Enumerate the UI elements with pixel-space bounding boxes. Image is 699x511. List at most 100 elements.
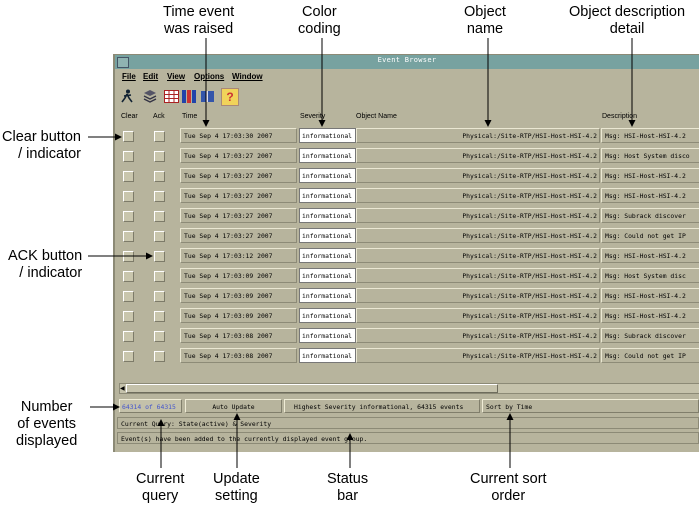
event-time: Tue Sep 4 17:03:09 2007: [180, 268, 297, 283]
menu-window[interactable]: Window: [232, 72, 263, 81]
ack-checkbox[interactable]: [154, 231, 165, 242]
table-grid-icon[interactable]: [163, 88, 179, 104]
col-ack[interactable]: Ack: [153, 113, 165, 120]
severity-cell: informational: [299, 148, 356, 163]
menu-options[interactable]: Options: [194, 72, 224, 81]
ack-checkbox[interactable]: [154, 171, 165, 182]
object-name-cell: Physical:/Site-RTP/HSI-Host-HSI-4.2: [356, 208, 600, 223]
object-name-cell: Physical:/Site-RTP/HSI-Host-HSI-4.2: [356, 168, 600, 183]
col-time[interactable]: Time: [182, 113, 197, 120]
event-time: Tue Sep 4 17:03:08 2007: [180, 328, 297, 343]
clear-checkbox[interactable]: [123, 131, 134, 142]
clear-checkbox[interactable]: [123, 331, 134, 342]
object-name-cell: Physical:/Site-RTP/HSI-Host-HSI-4.2: [356, 288, 600, 303]
clear-checkbox[interactable]: [123, 231, 134, 242]
severity-cell: informational: [299, 308, 356, 323]
table-row[interactable]: Tue Sep 4 17:03:08 2007 informational Phys…: [115, 347, 699, 366]
event-time: Tue Sep 4 17:03:27 2007: [180, 188, 297, 203]
callout-object-description: Object description detail: [569, 4, 686, 37]
col-severity[interactable]: Severity: [300, 113, 325, 120]
table-row[interactable]: Tue Sep 4 17:03:27 2007 informational Phys…: [115, 207, 699, 226]
auto-update-button[interactable]: Auto Update: [185, 399, 282, 413]
object-name-cell: Physical:/Site-RTP/HSI-Host-HSI-4.2: [356, 148, 600, 163]
table-row[interactable]: Tue Sep 4 17:03:09 2007 informational Phys…: [115, 267, 699, 286]
object-name-cell: Physical:/Site-RTP/HSI-Host-HSI-4.2: [356, 248, 600, 263]
table-row[interactable]: Tue Sep 4 17:03:08 2007 informational Phys…: [115, 327, 699, 346]
callout-clear-button: Clear button / indicator: [2, 129, 81, 162]
description-cell: Msg: HSI-Host-HSI-4.2: [601, 248, 699, 263]
callout-number-of-events: Number of events displayed: [16, 399, 78, 449]
current-query-field: Current Query: State(active) & Severity: [117, 417, 699, 429]
table-row[interactable]: Tue Sep 4 17:03:09 2007 informational Phys…: [115, 287, 699, 306]
callout-color-coding: Color coding: [298, 4, 341, 37]
callout-update-setting: Update setting: [213, 471, 260, 504]
ack-checkbox[interactable]: [154, 251, 165, 262]
title-bar[interactable]: Event Browser: [115, 55, 699, 69]
object-name-cell: Physical:/Site-RTP/HSI-Host-HSI-4.2: [356, 328, 600, 343]
menu-view[interactable]: View: [167, 72, 185, 81]
clear-checkbox[interactable]: [123, 191, 134, 202]
ack-checkbox[interactable]: [154, 351, 165, 362]
person-running-icon[interactable]: [119, 88, 135, 104]
col-object-name[interactable]: Object Name: [356, 113, 397, 120]
ack-checkbox[interactable]: [154, 191, 165, 202]
severity-cell: informational: [299, 188, 356, 203]
column-header-row: Clear Ack Time Severity Object Name Desc…: [115, 111, 699, 125]
clear-checkbox[interactable]: [123, 171, 134, 182]
table-row[interactable]: Tue Sep 4 17:03:09 2007 informational Phys…: [115, 307, 699, 326]
menu-file[interactable]: File: [122, 72, 136, 81]
clear-checkbox[interactable]: [123, 271, 134, 282]
event-time: Tue Sep 4 17:03:27 2007: [180, 208, 297, 223]
ack-checkbox[interactable]: [154, 151, 165, 162]
help-icon[interactable]: ?: [221, 88, 239, 106]
status-bar-message: Event(s) have been added to the currentl…: [117, 432, 699, 444]
clear-checkbox[interactable]: [123, 151, 134, 162]
clear-checkbox[interactable]: [123, 351, 134, 362]
clear-checkbox[interactable]: [123, 211, 134, 222]
ack-checkbox[interactable]: [154, 271, 165, 282]
severity-cell: informational: [299, 288, 356, 303]
object-name-cell: Physical:/Site-RTP/HSI-Host-HSI-4.2: [356, 128, 600, 143]
clear-checkbox[interactable]: [123, 311, 134, 322]
callout-status-bar: Status bar: [327, 471, 369, 504]
ack-checkbox[interactable]: [154, 131, 165, 142]
ack-checkbox[interactable]: [154, 211, 165, 222]
col-clear[interactable]: Clear: [121, 113, 138, 120]
description-cell: Msg: Could not get IP: [601, 228, 699, 243]
table-row[interactable]: Tue Sep 4 17:03:12 2007 informational Phys…: [115, 247, 699, 266]
ack-checkbox[interactable]: [154, 311, 165, 322]
ack-checkbox[interactable]: [154, 331, 165, 342]
table-row[interactable]: Tue Sep 4 17:03:30 2007 informational Phys…: [115, 127, 699, 146]
table-row[interactable]: Tue Sep 4 17:03:27 2007 informational Phys…: [115, 147, 699, 166]
severity-summary: Highest Severity informational, 64315 ev…: [284, 399, 480, 413]
event-time: Tue Sep 4 17:03:30 2007: [180, 128, 297, 143]
severity-cell: informational: [299, 128, 356, 143]
severity-cell: informational: [299, 208, 356, 223]
event-time: Tue Sep 4 17:03:08 2007: [180, 348, 297, 363]
stack-icon[interactable]: [142, 88, 158, 104]
description-cell: Msg: HSI-Host-HSI-4.2: [601, 168, 699, 183]
severity-cell: informational: [299, 328, 356, 343]
table-row[interactable]: Tue Sep 4 17:03:27 2007 informational Phys…: [115, 167, 699, 186]
event-time: Tue Sep 4 17:03:09 2007: [180, 308, 297, 323]
table-row[interactable]: Tue Sep 4 17:03:27 2007 informational Phys…: [115, 187, 699, 206]
clear-checkbox[interactable]: [123, 251, 134, 262]
severity-cell: informational: [299, 348, 356, 363]
event-time: Tue Sep 4 17:03:27 2007: [180, 148, 297, 163]
book-icon[interactable]: [199, 88, 215, 104]
col-description[interactable]: Description: [602, 113, 637, 120]
horizontal-scrollbar[interactable]: ◀: [119, 383, 699, 394]
clear-checkbox[interactable]: [123, 291, 134, 302]
status-row: 64314 of 64315 Auto Update Highest Sever…: [115, 399, 699, 414]
description-cell: Msg: HSI-Host-HSI-4.2: [601, 308, 699, 323]
sort-order-button[interactable]: Sort by Time: [482, 399, 699, 413]
object-name-cell: Physical:/Site-RTP/HSI-Host-HSI-4.2: [356, 348, 600, 363]
scroll-left-arrow-icon[interactable]: ◀: [120, 385, 125, 392]
menu-edit[interactable]: Edit: [143, 72, 158, 81]
table-row[interactable]: Tue Sep 4 17:03:27 2007 informational Phys…: [115, 227, 699, 246]
scrollbar-thumb[interactable]: [126, 384, 498, 393]
callout-ack-button: ACK button / indicator: [8, 248, 83, 281]
columns-icon[interactable]: [181, 88, 197, 104]
ack-checkbox[interactable]: [154, 291, 165, 302]
event-time: Tue Sep 4 17:03:27 2007: [180, 168, 297, 183]
